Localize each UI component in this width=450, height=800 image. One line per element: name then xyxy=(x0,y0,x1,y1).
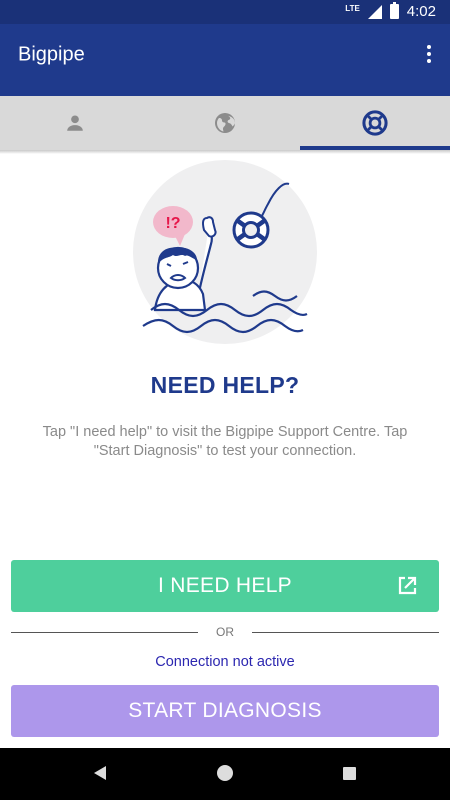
battery-icon xyxy=(389,2,399,19)
status-bar: LTE 4:02 xyxy=(0,0,450,24)
need-help-button[interactable]: I NEED HELP xyxy=(11,560,439,612)
start-diagnosis-button[interactable]: START DIAGNOSIS xyxy=(11,685,439,737)
tab-support[interactable] xyxy=(300,96,450,150)
need-help-label: I NEED HELP xyxy=(157,574,292,597)
page-title: NEED HELP? xyxy=(150,372,300,398)
person-icon xyxy=(67,115,83,131)
system-nav-bar xyxy=(0,748,450,800)
signal-icon xyxy=(367,4,382,19)
speech-bubble-text: !? xyxy=(165,215,180,232)
app-bar: Bigpipe xyxy=(0,24,450,96)
tab-bar xyxy=(0,96,450,150)
drowning-person-illustration: !? xyxy=(133,160,317,344)
or-label: OR xyxy=(216,625,234,639)
network-type: LTE xyxy=(345,4,360,13)
connection-status: Connection not active xyxy=(155,654,295,670)
clock: 4:02 xyxy=(406,3,436,20)
tab-network[interactable] xyxy=(150,96,300,150)
overflow-menu-icon[interactable] xyxy=(422,42,436,66)
home-icon[interactable] xyxy=(217,765,233,781)
help-description: Tap "I need help" to visit the Bigpipe S… xyxy=(42,424,408,459)
tab-shadow xyxy=(0,150,450,154)
lifebuoy-icon xyxy=(362,110,388,136)
recents-icon[interactable] xyxy=(343,767,356,780)
external-link-icon xyxy=(398,576,417,595)
app-title: Bigpipe xyxy=(18,43,85,66)
tab-account[interactable] xyxy=(0,96,150,150)
globe-icon xyxy=(215,113,235,133)
or-divider: OR xyxy=(11,624,439,640)
back-icon[interactable] xyxy=(94,766,106,780)
start-diagnosis-label: START DIAGNOSIS xyxy=(128,699,322,722)
